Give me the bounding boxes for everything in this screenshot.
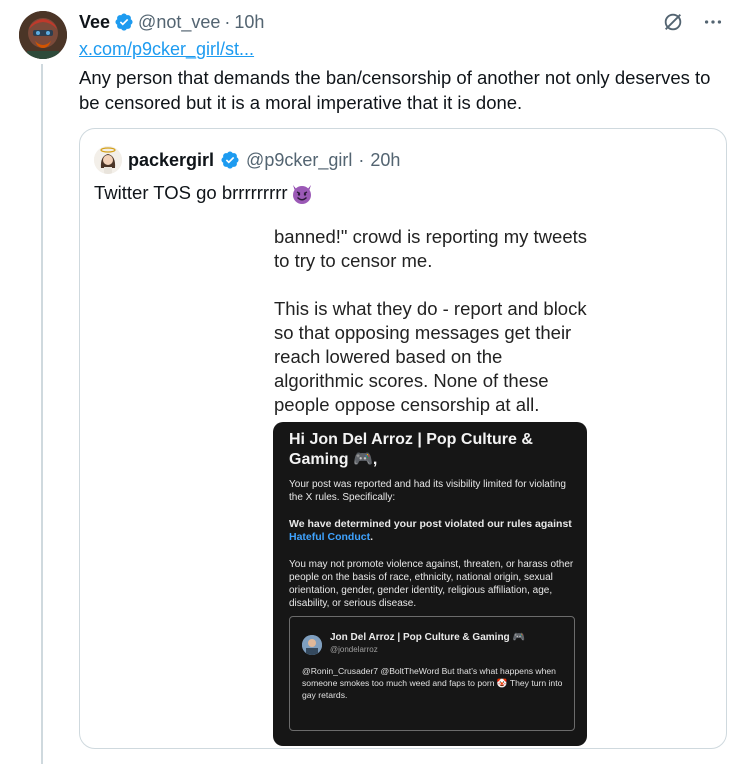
- notice-line-2-text: We have determined your post violated ou…: [289, 518, 572, 530]
- dot-separator: ·: [224, 11, 231, 32]
- media-paragraph-1: banned!" crowd is reporting my tweets to…: [274, 226, 587, 271]
- post-header: Vee @not_vee · 10h: [79, 11, 264, 33]
- reported-tweet-handle: @jondelarroz: [330, 645, 378, 654]
- notice-line-2: We have determined your post violated ou…: [289, 518, 574, 544]
- author-handle[interactable]: @not_vee: [138, 12, 220, 33]
- quote-dot-separator: ·: [358, 149, 365, 170]
- quoted-post-link[interactable]: x.com/p9cker_girl/st...: [79, 39, 254, 60]
- reported-tweet-avatar: [302, 635, 322, 655]
- quote-author-avatar[interactable]: [94, 146, 122, 174]
- quote-post-time[interactable]: 20h: [370, 150, 400, 171]
- thread-line: [41, 64, 43, 764]
- grok-icon[interactable]: [661, 10, 685, 34]
- media-text: banned!" crowd is reporting my tweets to…: [274, 225, 594, 417]
- media-paragraph-2: This is what they do - report and block …: [274, 298, 587, 415]
- quote-header: packergirl @p9cker_girl · 20h: [94, 146, 400, 174]
- reported-tweet-body: @Ronin_Crusader7 @BoltTheWord But that's…: [302, 666, 563, 700]
- reported-tweet-box: Jon Del Arroz | Pop Culture & Gaming 🎮 @…: [289, 616, 575, 731]
- notice-title: Hi Jon Del Arroz | Pop Culture & Gaming …: [289, 431, 533, 468]
- quote-media-image[interactable]: banned!" crowd is reporting my tweets to…: [206, 225, 598, 748]
- top-actions: [661, 10, 725, 34]
- hateful-conduct-link: Hateful Conduct: [289, 531, 371, 543]
- smiling-devil-emoji-icon: [290, 181, 314, 205]
- more-icon[interactable]: [701, 10, 725, 34]
- notice-line-2-end: .: [370, 531, 373, 543]
- post-text: Any person that demands the ban/censorsh…: [79, 67, 711, 113]
- author-avatar[interactable]: [19, 11, 67, 59]
- verified-badge-icon: [114, 12, 134, 32]
- notice-line-1: Your post was reported and had its visib…: [289, 479, 566, 503]
- author-name[interactable]: Vee: [79, 12, 110, 33]
- quote-author-name[interactable]: packergirl: [128, 150, 214, 171]
- post-time[interactable]: 10h: [234, 12, 264, 33]
- quote-text: Twitter TOS go brrrrrrrrr: [94, 182, 288, 203]
- quote-text-row: Twitter TOS go brrrrrrrrr: [94, 181, 314, 205]
- quote-verified-badge-icon: [220, 150, 240, 170]
- quoted-post-card[interactable]: packergirl @p9cker_girl · 20h Twitter TO…: [79, 128, 727, 749]
- notice-line-3: You may not promote violence against, th…: [289, 559, 574, 609]
- reported-tweet-name: Jon Del Arroz | Pop Culture & Gaming 🎮: [330, 632, 525, 643]
- quote-author-handle[interactable]: @p9cker_girl: [246, 150, 352, 171]
- x-notice-card: Hi Jon Del Arroz | Pop Culture & Gaming …: [273, 422, 587, 746]
- avatar-image: [19, 11, 67, 59]
